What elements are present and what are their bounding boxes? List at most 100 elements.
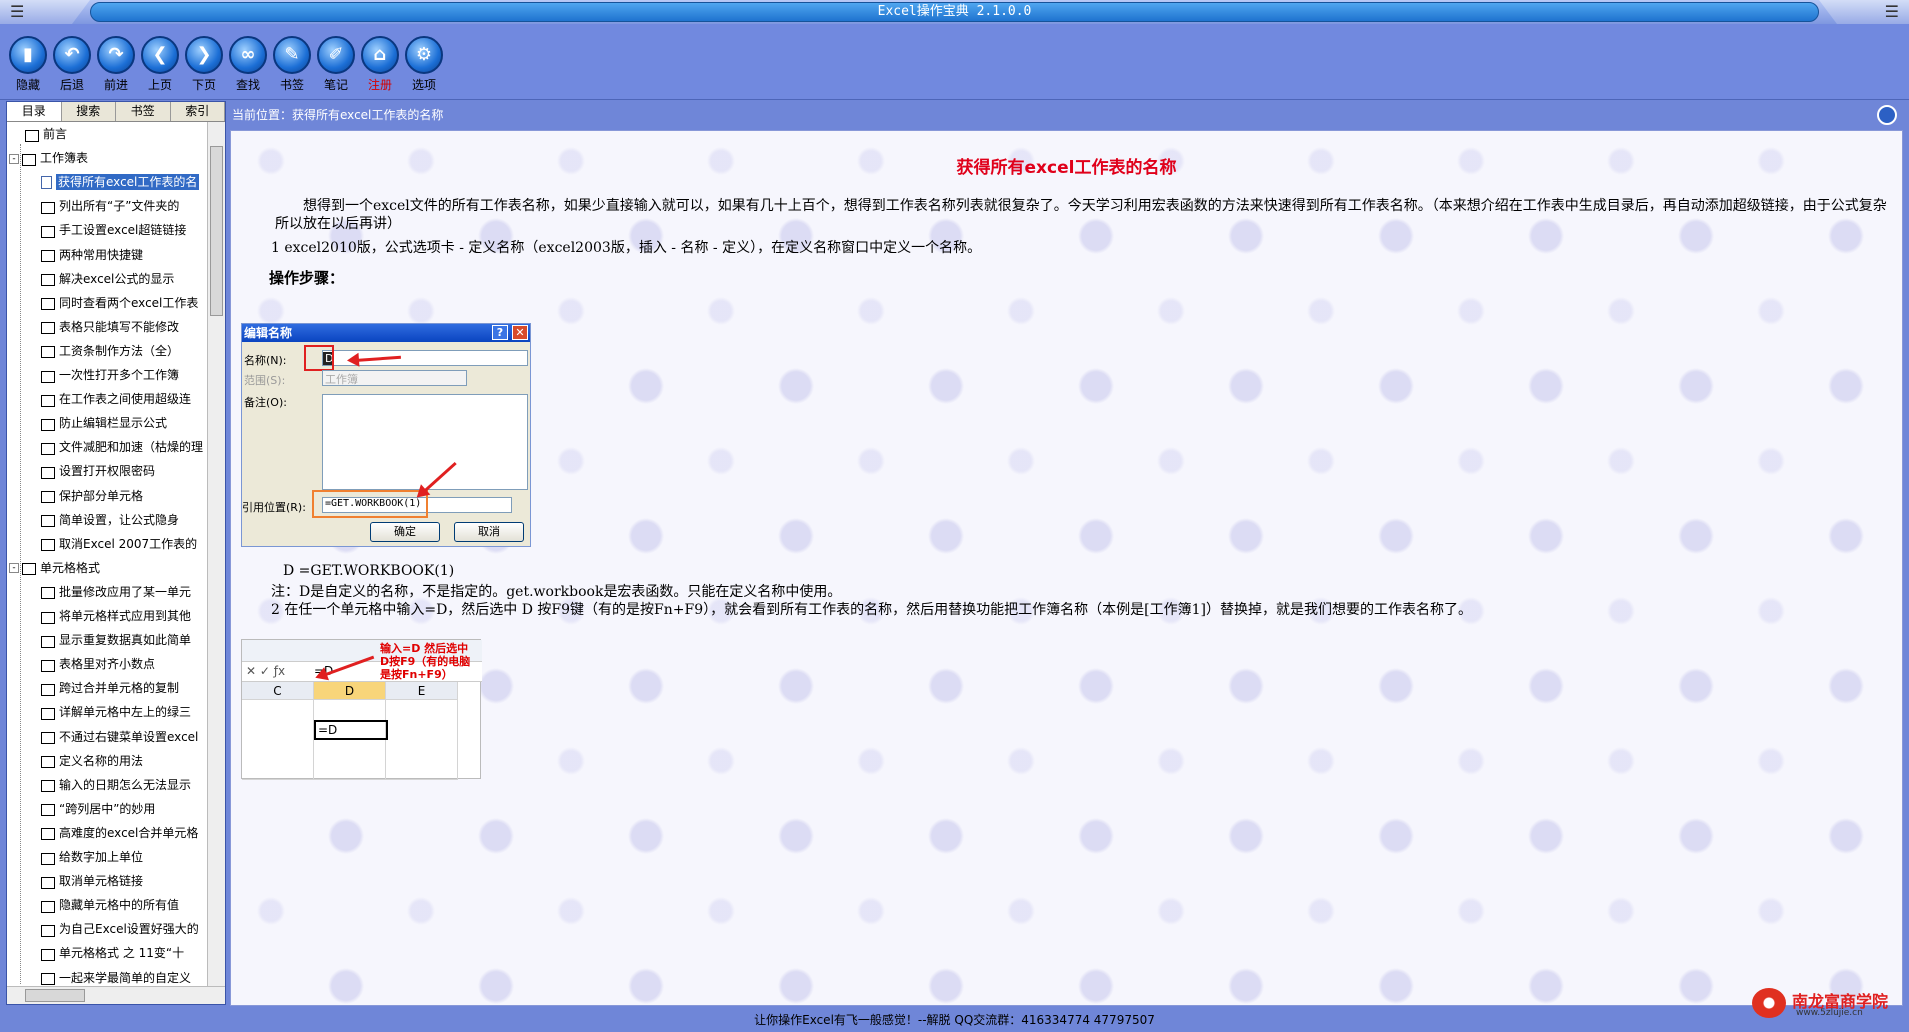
comment-label: 备注(O): — [244, 396, 287, 409]
tab-bookmarks[interactable]: 书签 — [116, 102, 171, 121]
tree-item[interactable]: 保护部分单元格 — [41, 484, 207, 508]
book-icon — [41, 948, 55, 961]
tree-item[interactable]: 给数字加上单位 — [41, 845, 207, 869]
tree-vertical-scrollbar[interactable] — [207, 122, 225, 986]
toolbar-button-9[interactable]: ⚙ 选项 — [402, 36, 446, 93]
tree-item[interactable]: 输入的日期怎么无法显示 — [41, 773, 207, 797]
book-icon — [41, 659, 55, 672]
toolbar-button-1[interactable]: ↶ 后退 — [50, 36, 94, 93]
tree-item[interactable]: - 工作簿表 — [9, 146, 205, 170]
book-icon — [41, 827, 55, 841]
toolbar-button-5[interactable]: ∞ 查找 — [226, 36, 270, 93]
col-header-d: D — [314, 682, 386, 700]
book-icon — [41, 779, 55, 793]
app-menu-icon[interactable]: ☰ — [10, 2, 24, 21]
scrollbar-thumb[interactable] — [25, 989, 85, 1002]
tab-search[interactable]: 搜索 — [62, 102, 116, 121]
tree-item[interactable]: 工资条制作方法（全） — [41, 339, 207, 363]
tree-item-label: 隐藏单元格中的所有值 — [59, 898, 180, 913]
favorite-icon[interactable] — [1877, 105, 1897, 125]
watermark-logo: 南龙富商学院 www.5zlujie.cn — [1752, 988, 1904, 1018]
tree-item-label: 单元格格式 — [40, 560, 101, 575]
tree-item[interactable]: 手工设置excel超链链接 — [41, 218, 207, 242]
grid-cell — [314, 700, 386, 780]
book-icon — [41, 225, 55, 238]
tree-horizontal-scrollbar[interactable] — [7, 986, 225, 1004]
tree-item[interactable]: 两种常用快捷键 — [41, 243, 207, 267]
tree-item[interactable]: 隐藏单元格中的所有值 — [41, 893, 207, 917]
tree-item-label: 批量修改应用了某一单元 — [59, 584, 192, 599]
tree-item[interactable]: 表格只能填写不能修改 — [41, 315, 207, 339]
note-text: 注：D是自定义的名称，不是指定的。get.workbook是宏表函数。只能在定义… — [271, 584, 842, 600]
tree-item[interactable]: 跨过合并单元格的复制 — [41, 676, 207, 700]
window-title: Excel操作宝典 2.1.0.0 — [90, 2, 1819, 22]
tree-item[interactable]: 一次性打开多个工作簿 — [41, 363, 207, 387]
tree-item[interactable]: 设置打开权限密码 — [41, 459, 207, 483]
book-icon — [41, 418, 55, 431]
tree-item[interactable]: 显示重复数据真如此简单 — [41, 628, 207, 652]
toolbar-button-7[interactable]: ✐ 笔记 — [314, 36, 358, 93]
tree-item[interactable]: 为自己Excel设置好强大的 — [41, 917, 207, 941]
tree-item[interactable]: 一起来学最简单的自定义 — [41, 966, 207, 987]
book-icon — [41, 611, 55, 624]
toolbar-button-6[interactable]: ✎ 书签 — [270, 36, 314, 93]
tree-item-label: 在工作表之间使用超级连 — [59, 392, 192, 407]
tree-item[interactable]: 文件减肥和加速（枯燥的理 — [41, 435, 207, 459]
toolbar-button-2[interactable]: ↷ 前进 — [94, 36, 138, 93]
next-page-icon: ❯ — [185, 36, 223, 74]
tree-item[interactable]: 同时查看两个excel工作表 — [41, 291, 207, 315]
title-bar: ☰ Excel操作宝典 2.1.0.0 ☰ — [0, 0, 1909, 24]
tree-item[interactable]: 列出所有“子”文件夹的 — [41, 194, 207, 218]
tree-item[interactable]: 定义名称的用法 — [41, 749, 207, 773]
tree-item[interactable]: 取消单元格链接 — [41, 869, 207, 893]
book-icon — [41, 876, 55, 889]
tab-index[interactable]: 索引 — [171, 102, 225, 121]
book-icon — [41, 249, 55, 262]
tree-item[interactable]: 将单元格样式应用到其他 — [41, 604, 207, 628]
toolbar-button-8[interactable]: ⌂ 注册 — [358, 36, 402, 93]
scope-select: 工作簿 — [322, 370, 467, 386]
collapse-icon[interactable]: - — [9, 563, 19, 574]
tree-item[interactable]: 获得所有excel工作表的名 — [41, 170, 207, 194]
tree-item[interactable]: 防止编辑栏显示公式 — [41, 411, 207, 435]
tree-item-label: 跨过合并单元格的复制 — [59, 681, 180, 696]
tree-item[interactable]: 前言 — [9, 122, 205, 146]
book-icon — [41, 852, 55, 865]
collapse-icon[interactable]: - — [9, 153, 19, 164]
tree-item[interactable]: 详解单元格中左上的绿三 — [41, 700, 207, 724]
toolbar-button-label: 前进 — [103, 78, 128, 92]
book-icon — [41, 803, 55, 817]
tree-item[interactable]: “跨列居中”的妙用 — [41, 797, 207, 821]
tree-item[interactable]: 在工作表之间使用超级连 — [41, 387, 207, 411]
tree-item[interactable]: 取消Excel 2007工作表的 — [41, 532, 207, 556]
tree-item[interactable]: - 单元格格式 — [9, 556, 205, 580]
title-left-cap: ☰ — [0, 0, 90, 24]
tree-item[interactable]: 不通过右键菜单设置excel — [41, 725, 207, 749]
col-header-e: E — [386, 682, 458, 700]
tree-item-label: 列出所有“子”文件夹的 — [59, 199, 180, 214]
tree-item-label: “跨列居中”的妙用 — [59, 801, 156, 816]
contents-tree: 前言 - 工作簿表 获得所有excel工作表的名列出所有“子”文件夹的手工设置exce… — [7, 122, 208, 986]
cancel-button: 取消 — [454, 522, 524, 542]
toolbar-button-3[interactable]: ❮ 上页 — [138, 36, 182, 93]
tree-item[interactable]: 解决excel公式的显示 — [41, 267, 207, 291]
book-icon — [41, 490, 55, 503]
tab-contents[interactable]: 目录 — [7, 102, 62, 121]
scrollbar-thumb[interactable] — [210, 146, 223, 316]
tree-item-label: 同时查看两个excel工作表 — [59, 295, 199, 310]
tree-item[interactable]: 表格里对齐小数点 — [41, 652, 207, 676]
book-icon — [41, 635, 55, 648]
tree-item-label: 一起来学最简单的自定义 — [59, 970, 192, 985]
active-cell: =D — [314, 720, 388, 740]
tree-item-label: 防止编辑栏显示公式 — [59, 416, 168, 431]
book-icon — [41, 683, 55, 696]
toolbar-button-0[interactable]: ▮ 隐藏 — [6, 36, 50, 93]
tree-item[interactable]: 批量修改应用了某一单元 — [41, 580, 207, 604]
window-controls-icon[interactable]: ☰ — [1885, 2, 1899, 21]
toolbar-button-4[interactable]: ❯ 下页 — [182, 36, 226, 93]
book-icon — [41, 370, 55, 383]
step-1-text: 1 excel2010版，公式选项卡 - 定义名称（excel2003版，插入 … — [271, 240, 982, 256]
tree-item[interactable]: 单元格格式 之 11变“十 — [41, 941, 207, 965]
tree-item[interactable]: 简单设置，让公式隐身 — [41, 508, 207, 532]
tree-item[interactable]: 高难度的excel合并单元格 — [41, 821, 207, 845]
